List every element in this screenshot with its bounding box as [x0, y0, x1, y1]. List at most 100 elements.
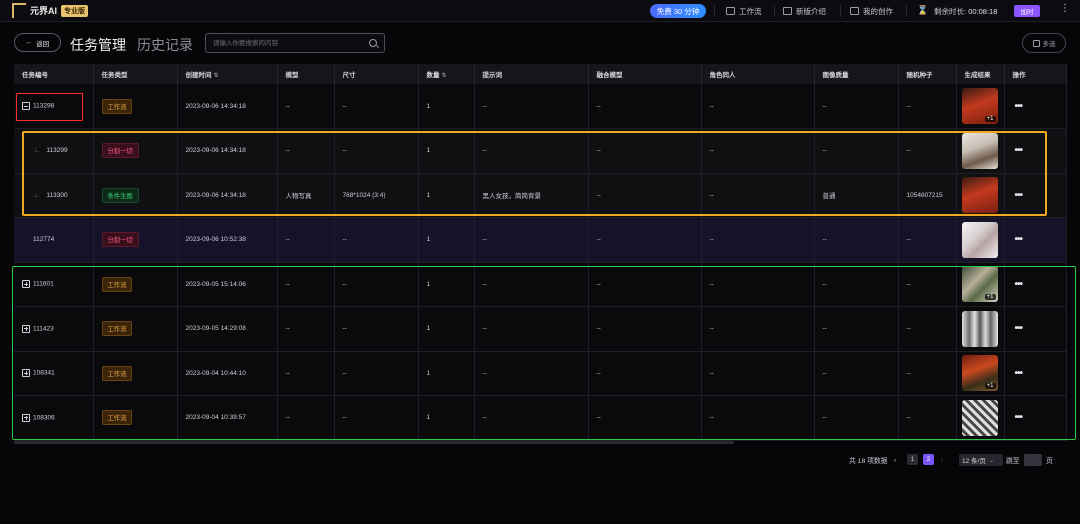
cell-prompt: 黑人女孩，简简背景 — [474, 173, 589, 218]
add-time-button[interactable]: 加时 — [1014, 5, 1040, 17]
tab-history[interactable]: 历史记录 — [137, 35, 193, 55]
expand-icon[interactable] — [22, 280, 30, 289]
sort-icon[interactable]: ⇅ — [214, 73, 219, 79]
cell-role: -- — [701, 262, 815, 307]
more-horizontal-icon[interactable]: ••• — [1015, 279, 1023, 290]
result-thumbnail[interactable] — [961, 399, 998, 436]
table-row[interactable]: 108306 工作流 2023-09-04 10:39:57 -- -- 1 -- -- -- -… — [14, 395, 1067, 441]
page-size-value: 12 条/页 — [962, 458, 986, 465]
more-horizontal-icon[interactable]: ••• — [1015, 145, 1023, 156]
next-page-icon[interactable]: › — [941, 454, 943, 466]
pro-badge: 专业版 — [61, 4, 89, 17]
tree-branch-icon: ∟ — [34, 191, 41, 199]
sort-icon[interactable]: ⇅ — [442, 73, 447, 79]
nav-workflow-label: 工作流 — [739, 6, 762, 16]
result-thumbnail[interactable]: +1 — [961, 88, 998, 124]
table-row[interactable]: ∟ 113299 分割一切 2023-09-06 14:34:18 -- -- 1 -- -- -… — [14, 128, 1067, 174]
horizontal-scrollbar[interactable] — [14, 441, 734, 444]
expand-icon[interactable] — [22, 324, 30, 333]
col-fusion-model: 融合模型 — [588, 64, 702, 84]
cell-seed: -- — [898, 217, 957, 263]
cell-task-id: 113298 — [14, 84, 94, 129]
cell-quality: -- — [814, 217, 899, 263]
cell-size: -- — [334, 84, 419, 129]
result-thumbnail[interactable] — [961, 177, 998, 214]
more-horizontal-icon[interactable]: ••• — [1015, 234, 1023, 245]
cell-quality: -- — [814, 395, 899, 441]
col-quantity-label: 数量 — [426, 72, 440, 79]
tree-branch-icon: ∟ — [34, 147, 41, 155]
cell-task-type: 工作流 — [93, 395, 178, 441]
result-thumbnail[interactable]: +1 — [961, 355, 998, 392]
col-quantity[interactable]: 数量 ⇅ — [418, 64, 475, 84]
col-prompt: 提示词 — [474, 64, 589, 84]
hourglass-icon: ⌛ — [917, 5, 929, 15]
result-thumbnail[interactable] — [961, 132, 998, 169]
table-row[interactable]: ∟ 113300 条件生图 2023-09-06 14:34:18 人物写真 768*10… — [14, 173, 1067, 218]
more-horizontal-icon[interactable]: ••• — [1015, 368, 1023, 379]
table-row[interactable]: 111601 工作流 2023-09-05 15:14:06 -- -- 1 -- -- -- -… — [14, 262, 1067, 307]
logo-mark-icon — [12, 3, 26, 18]
cell-size: -- — [334, 351, 419, 396]
more-horizontal-icon[interactable]: ••• — [1015, 190, 1023, 201]
logo[interactable]: 元界AI 专业版 — [12, 3, 89, 18]
task-type-badge: 分割一切 — [101, 232, 139, 248]
cell-prompt: -- — [474, 217, 589, 263]
jump-page-input[interactable] — [1024, 454, 1042, 466]
nav-new-intro[interactable]: 新版介绍 — [783, 4, 826, 18]
table-row[interactable]: 112774 分割一切 2023-09-06 10:52:38 -- -- 1 -- -- --… — [14, 217, 1067, 263]
more-horizontal-icon[interactable]: ••• — [1015, 323, 1023, 334]
col-result: 生成结果 — [956, 64, 1005, 84]
multi-select-button[interactable]: 多选 — [1022, 33, 1066, 53]
task-id: 111423 — [33, 325, 54, 333]
nav-my-creation-label: 我的创作 — [863, 6, 893, 16]
more-vertical-icon[interactable]: ⋮ — [1060, 3, 1070, 14]
table-row[interactable]: 113298 工作流 2023-09-06 14:34:18 -- -- 1 -- -- -- -… — [14, 84, 1067, 129]
cell-quantity: 1 — [418, 84, 475, 129]
more-horizontal-icon[interactable]: ••• — [1015, 101, 1023, 112]
table-header: 任务编号 任务类型 创建时间 ⇅ 模型 尺寸 数量 ⇅ 提示词 融合模型 角色同人 … — [14, 64, 1067, 84]
table-row[interactable]: 108341 工作流 2023-09-04 10:44:10 -- -- 1 -- -- -- -… — [14, 351, 1067, 396]
search-icon[interactable] — [369, 39, 377, 47]
result-thumbnail[interactable] — [961, 310, 998, 347]
divider — [774, 5, 775, 17]
task-type-badge: 工作流 — [101, 276, 133, 292]
task-type-badge: 工作流 — [101, 321, 133, 337]
cell-action: ••• — [1004, 306, 1067, 352]
cell-role: -- — [701, 128, 815, 174]
more-horizontal-icon[interactable]: ••• — [1015, 412, 1023, 423]
cell-action: ••• — [1004, 262, 1067, 307]
col-seed: 随机种子 — [898, 64, 957, 84]
cell-task-id: 111423 — [14, 306, 94, 352]
result-thumbnail[interactable] — [961, 221, 998, 258]
table-row[interactable]: 111423 工作流 2023-09-05 14:29:08 -- -- 1 -- -- -- -… — [14, 306, 1067, 352]
expand-icon[interactable] — [22, 369, 30, 378]
free-minutes-badge[interactable]: 免费 30 分钟 — [650, 4, 706, 18]
col-action: 操作 — [1004, 64, 1067, 84]
nav-my-creation[interactable]: 我的创作 — [850, 4, 893, 18]
page-size-select[interactable]: 12 条/页 ⌄ — [959, 454, 1003, 466]
cell-model: -- — [277, 306, 335, 352]
pagination-total: 共 18 项数据 — [849, 458, 888, 465]
expand-icon[interactable] — [22, 413, 30, 422]
prev-page-icon[interactable]: ‹ — [894, 454, 896, 466]
remaining-time-label: 剩余时长: — [934, 7, 967, 16]
cell-role: -- — [701, 306, 815, 352]
divider — [840, 5, 841, 17]
col-create-time[interactable]: 创建时间 ⇅ — [177, 64, 278, 84]
collapse-icon[interactable] — [22, 102, 30, 110]
col-size: 尺寸 — [334, 64, 419, 84]
result-thumbnail[interactable]: +1 — [961, 266, 998, 303]
cell-role: -- — [701, 217, 815, 263]
search-input[interactable] — [213, 38, 363, 49]
tab-task-management[interactable]: 任务管理 — [70, 35, 126, 55]
page-1[interactable]: 1 — [907, 454, 918, 465]
multi-select-icon — [1032, 39, 1040, 47]
task-type-badge: 条件生图 — [101, 187, 139, 203]
cell-create-time: 2023-09-05 15:14:06 — [177, 262, 278, 307]
cell-create-time: 2023-09-05 14:29:08 — [177, 306, 278, 352]
page-2[interactable]: 2 — [923, 454, 934, 465]
cell-prompt: -- — [474, 84, 589, 129]
back-button[interactable]: ← 返回 — [14, 33, 61, 52]
nav-workflow[interactable]: 工作流 — [726, 4, 762, 18]
